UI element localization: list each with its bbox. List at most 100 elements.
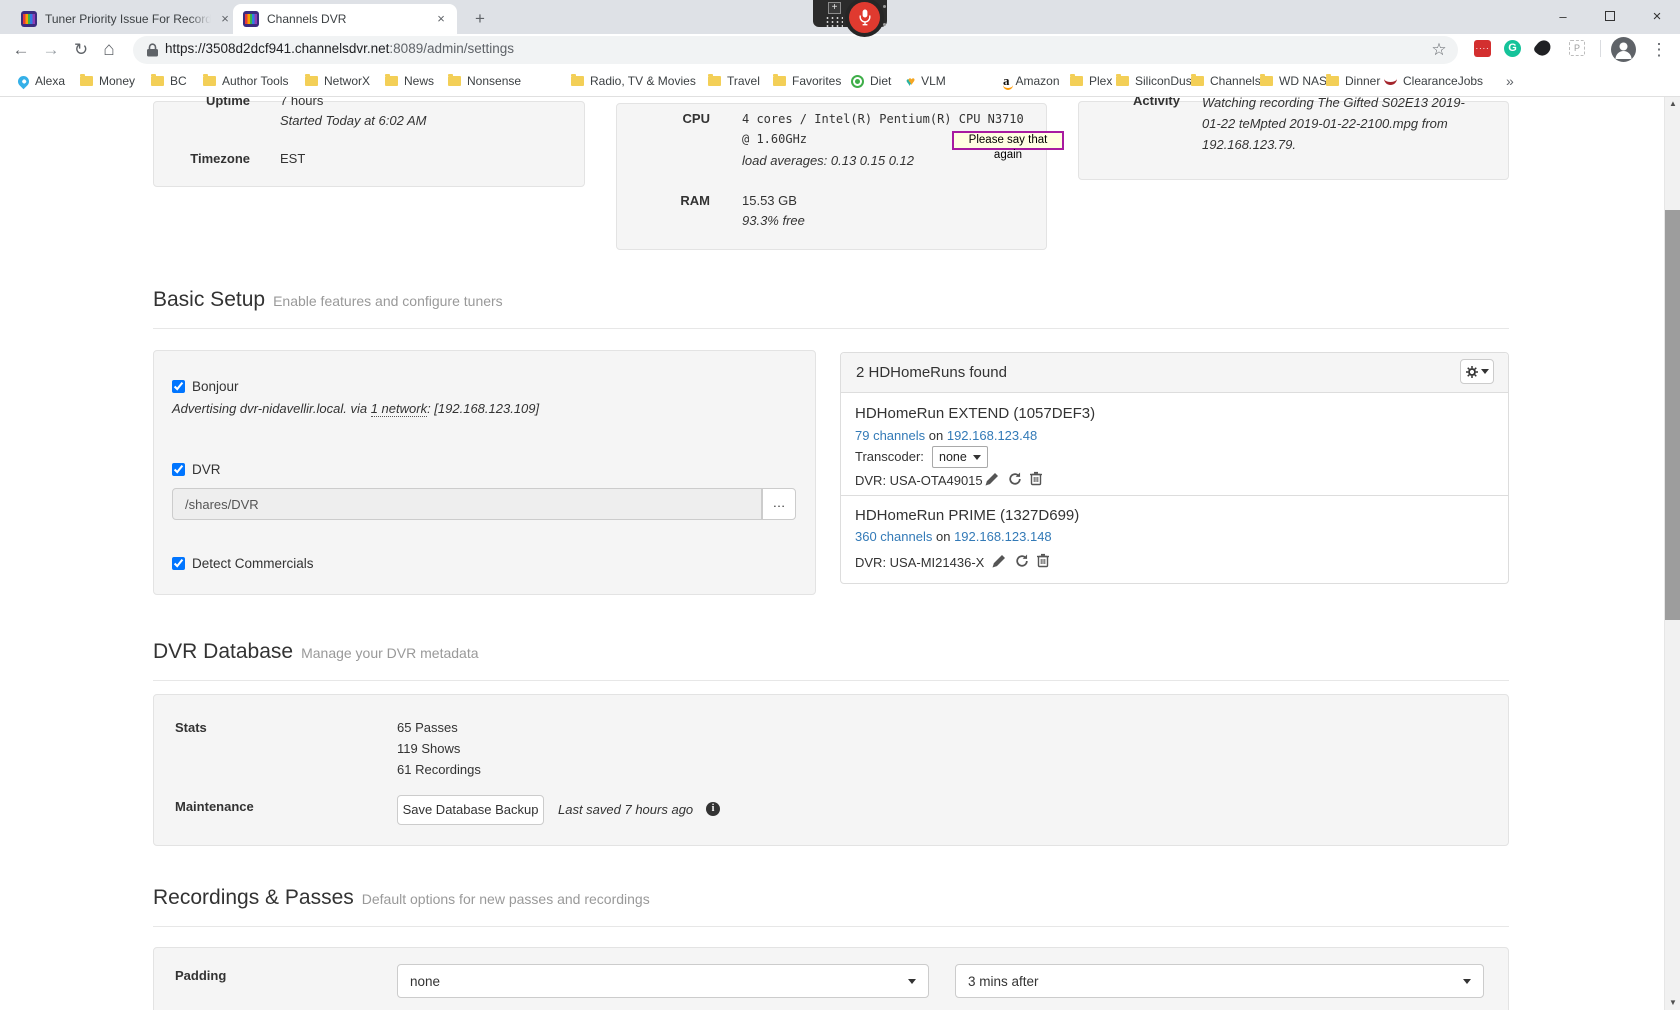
- page-scrollbar[interactable]: ▲ ▼: [1664, 97, 1680, 1010]
- hdhomeruns-header: 2 HDHomeRuns found: [841, 353, 1508, 393]
- maintenance-label: Maintenance: [175, 799, 254, 814]
- folder-icon: [305, 76, 318, 86]
- bookmark-favorites[interactable]: Favorites: [773, 66, 841, 96]
- padding-after-select[interactable]: 3 mins after: [955, 964, 1484, 998]
- scroll-up-arrow[interactable]: ▲: [1665, 97, 1680, 111]
- amazon-icon: a: [1003, 73, 1010, 89]
- tuner-ip-link[interactable]: 192.168.123.148: [954, 529, 1052, 544]
- lastpass-extension-icon[interactable]: ∙∙∙∙: [1474, 40, 1491, 57]
- bookmark-wd-nas[interactable]: WD NAS: [1260, 66, 1327, 96]
- section-title: Basic Setup: [153, 288, 265, 311]
- microphone-icon: [859, 9, 871, 26]
- tuner-settings-button[interactable]: [1460, 359, 1494, 384]
- bookmark-money[interactable]: Money: [80, 66, 135, 96]
- new-tab-button[interactable]: +: [468, 8, 492, 32]
- channels-count-link[interactable]: 360 channels: [855, 529, 932, 544]
- browse-path-button[interactable]: …: [762, 488, 796, 520]
- detect-commercials-checkbox[interactable]: [172, 557, 185, 570]
- window-maximize-button[interactable]: [1587, 0, 1633, 33]
- tuner-dvr-id: DVR: USA-MI21436-X: [855, 555, 984, 570]
- grammarly-extension-icon[interactable]: G: [1504, 40, 1521, 57]
- bookmark-diet[interactable]: Diet: [851, 66, 891, 96]
- back-icon[interactable]: ←: [8, 37, 34, 63]
- last-saved-text: Last saved 7 hours ago: [558, 802, 693, 817]
- tab-channels-dvr[interactable]: Channels DVR ×: [233, 4, 457, 34]
- bookmark-silicondust[interactable]: SiliconDust: [1116, 66, 1195, 96]
- bookmark-clearancejobs[interactable]: ClearanceJobs: [1384, 66, 1483, 96]
- save-database-backup-button[interactable]: Save Database Backup: [397, 795, 544, 825]
- bookmark-plex[interactable]: Plex: [1070, 66, 1112, 96]
- database-panel: [153, 694, 1509, 846]
- bookmark-bc[interactable]: BC: [151, 66, 187, 96]
- reload-icon[interactable]: ↻: [68, 37, 94, 63]
- bookmark-networx[interactable]: NetworX: [305, 66, 370, 96]
- microphone-button[interactable]: [849, 2, 880, 33]
- chevron-down-icon: [973, 455, 981, 460]
- network-count-link[interactable]: 1 network: [371, 401, 427, 417]
- map-pin-icon: [16, 73, 32, 89]
- close-tab-icon[interactable]: ×: [433, 11, 449, 27]
- widget-dot: [883, 5, 886, 8]
- bookmark-news[interactable]: News: [385, 66, 434, 96]
- edit-pencil-icon[interactable]: [992, 554, 1006, 568]
- tab-tuner-priority[interactable]: Tuner Priority Issue For Recording ×: [13, 4, 233, 34]
- tuner-ip-link[interactable]: 192.168.123.48: [947, 428, 1037, 443]
- refresh-icon[interactable]: [1008, 472, 1022, 486]
- folder-icon: [1191, 76, 1204, 86]
- edit-pencil-icon[interactable]: [985, 472, 999, 486]
- section-divider: [153, 680, 1509, 681]
- bookmark-travel[interactable]: Travel: [708, 66, 760, 96]
- bookmark-vlm[interactable]: ♥VLM: [908, 66, 946, 96]
- refresh-icon[interactable]: [1015, 554, 1029, 568]
- cpu-model: 4 cores / Intel(R) Pentium(R) CPU N3710: [742, 112, 1024, 126]
- dvr-checkbox[interactable]: [172, 463, 185, 476]
- bookmark-amazon[interactable]: aAmazon: [1003, 66, 1060, 96]
- scroll-down-arrow[interactable]: ▼: [1665, 996, 1680, 1010]
- vlm-heart-icon: ♥: [908, 74, 915, 88]
- transcoder-select[interactable]: none: [932, 446, 988, 468]
- bookmarks-overflow-chevron[interactable]: »: [1506, 66, 1514, 96]
- section-subtitle: Default options for new passes and recor…: [362, 891, 650, 907]
- clearancejobs-icon: [1384, 78, 1397, 85]
- dictation-add-button[interactable]: +: [828, 2, 841, 14]
- bookmark-nonsense[interactable]: Nonsense: [448, 66, 521, 96]
- activity-label: Activity: [1080, 97, 1180, 108]
- bookmark-dinner[interactable]: Dinner: [1326, 66, 1380, 96]
- folder-icon: [1260, 76, 1273, 86]
- bonjour-checkbox[interactable]: [172, 380, 185, 393]
- padding-before-select[interactable]: none: [397, 964, 929, 998]
- tuner-name: HDHomeRun PRIME (1327D699): [855, 507, 1079, 524]
- detect-commercials-label: Detect Commercials: [192, 556, 314, 571]
- ram-total: 15.53 GB: [742, 193, 797, 208]
- bonjour-description: Advertising dvr-nidavellir.local. via 1 …: [172, 401, 539, 416]
- scrollbar-thumb[interactable]: [1665, 210, 1680, 620]
- dictation-drag-handle-icon[interactable]: [825, 16, 843, 27]
- disabled-extension-icon[interactable]: P: [1569, 40, 1585, 56]
- window-close-button[interactable]: ×: [1634, 0, 1680, 33]
- diet-app-icon: [851, 75, 864, 88]
- stat-recordings: 61 Recordings: [397, 762, 481, 777]
- bookmark-radio-tv-movies[interactable]: Radio, TV & Movies: [571, 66, 696, 96]
- window-minimize-button[interactable]: –: [1540, 0, 1586, 33]
- delete-trash-icon[interactable]: [1030, 471, 1042, 486]
- channels-count-link[interactable]: 79 channels: [855, 428, 925, 443]
- bookmark-channels[interactable]: Channels: [1191, 66, 1261, 96]
- menu-icon[interactable]: ⋮: [1646, 37, 1672, 63]
- bookmark-alexa[interactable]: Alexa: [18, 66, 65, 96]
- transcoder-label: Transcoder:: [855, 449, 924, 464]
- tuner-name: HDHomeRun EXTEND (1057DEF3): [855, 405, 1095, 422]
- section-title: Recordings & Passes: [153, 886, 354, 909]
- dictation-tooltip: Please say that again: [952, 131, 1064, 150]
- bookmark-author-tools[interactable]: Author Tools: [203, 66, 289, 96]
- home-icon[interactable]: ⌂: [96, 37, 122, 63]
- dvr-path-input[interactable]: [172, 488, 762, 520]
- forward-icon[interactable]: →: [38, 37, 64, 63]
- info-icon[interactable]: i: [706, 802, 720, 816]
- bookmark-star-icon[interactable]: ☆: [1426, 37, 1452, 63]
- section-divider: [153, 328, 1509, 329]
- activity-line: 01-22 teMpted 2019-01-22-2100.mpg from: [1202, 116, 1448, 131]
- delete-trash-icon[interactable]: [1037, 553, 1049, 568]
- folder-icon: [151, 76, 164, 86]
- profile-avatar[interactable]: [1611, 37, 1636, 62]
- close-tab-icon[interactable]: ×: [217, 11, 233, 27]
